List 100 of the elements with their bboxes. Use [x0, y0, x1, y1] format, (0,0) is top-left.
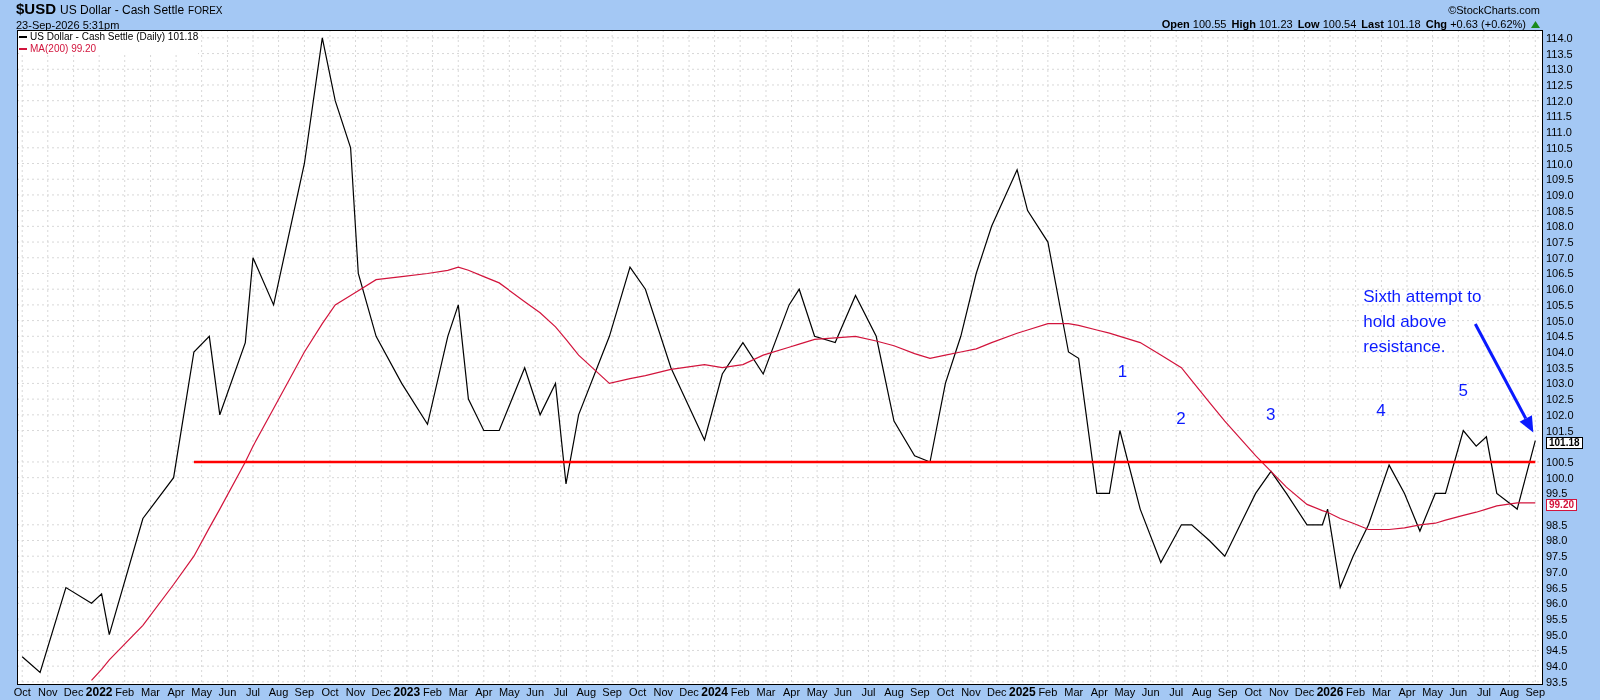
axis-tick-label: May — [191, 686, 212, 699]
axis-tick-label: 2025 — [1009, 686, 1036, 699]
annotation-text: 1 — [1117, 362, 1128, 382]
annotation-text: Sixth attempt to — [1363, 286, 1482, 306]
axis-tick-label: Sep — [1525, 686, 1546, 699]
annotation-text: 2 — [1176, 409, 1186, 429]
axis-tick-label: 94.0 — [1546, 661, 1568, 672]
axis-tick-label: Sep — [602, 686, 622, 699]
axis-tick-label: Jul — [1169, 686, 1184, 699]
axis-tick-label: Jul — [1476, 686, 1491, 699]
axis-tick-label: Oct — [629, 686, 647, 699]
price-tag: 99.20 — [1546, 498, 1578, 511]
axis-tick-label: Feb — [422, 686, 442, 699]
annotation-text: hold above — [1363, 311, 1447, 331]
axis-tick-label: 101.5 — [1546, 425, 1574, 436]
axis-tick-label: Nov — [38, 686, 58, 699]
axis-tick-label: 100.0 — [1546, 472, 1574, 483]
axis-tick-label: Jun — [1449, 686, 1468, 699]
axis-tick-label: 104.5 — [1546, 331, 1574, 342]
axis-tick-label: Apr — [782, 686, 801, 699]
copyright-text: ©StockCharts.com — [1448, 3, 1540, 17]
axis-tick-label: 93.5 — [1546, 676, 1568, 687]
axis-tick-label: Mar — [141, 686, 160, 699]
axis-tick-label: 112.0 — [1546, 95, 1573, 106]
axis-tick-label: Jul — [246, 686, 261, 699]
annotation-text: 4 — [1376, 401, 1386, 421]
annotation-text: 5 — [1458, 381, 1468, 400]
axis-tick-label: Aug — [884, 686, 904, 699]
axis-tick-label: 113.5 — [1546, 48, 1573, 59]
axis-tick-label: May — [1114, 686, 1136, 699]
legend-label: US Dollar - Cash Settle (Daily) 101.18 — [30, 31, 199, 43]
axis-tick-label: Feb — [1346, 686, 1366, 699]
quote-value: High 101.23 — [1231, 17, 1293, 31]
axis-tick-label: Dec — [987, 686, 1007, 699]
axis-tick-label: Mar — [1371, 686, 1391, 699]
axis-tick-label: 112.5 — [1546, 79, 1573, 90]
annotation-text: 3 — [1266, 404, 1276, 424]
axis-tick-label: Mar — [448, 686, 468, 699]
axis-tick-label: Apr — [167, 686, 185, 699]
instrument-name: US Dollar - Cash Settle — [60, 3, 185, 17]
axis-tick-label: 105.0 — [1546, 315, 1574, 326]
axis-tick-label: Mar — [1064, 686, 1084, 699]
axis-tick-label: Mar — [756, 686, 776, 699]
axis-tick-label: Oct — [1244, 686, 1262, 699]
axis-tick-label: 102.5 — [1546, 394, 1574, 405]
quote-value: Low 100.54 — [1297, 17, 1357, 31]
axis-tick-label: 98.0 — [1546, 535, 1568, 546]
axis-tick-label: 99.5 — [1546, 488, 1568, 499]
axis-tick-label: Jun — [834, 686, 852, 699]
exchange-label: FOREX — [188, 4, 223, 18]
axis-tick-label: 111.0 — [1546, 127, 1572, 138]
axis-tick-label: 103.0 — [1546, 378, 1574, 389]
axis-tick-label: Dec — [371, 686, 392, 699]
axis-tick-label: 113.0 — [1546, 64, 1573, 75]
axis-tick-label: 98.5 — [1546, 519, 1568, 530]
price-tag: 101.18 — [1546, 436, 1583, 449]
axis-tick-label: Sep — [294, 686, 315, 699]
annotation-text: resistance. — [1363, 337, 1446, 356]
axis-tick-label: Apr — [475, 686, 493, 699]
axis-tick-label: 102.0 — [1546, 409, 1574, 420]
axis-tick-label: 104.0 — [1546, 347, 1574, 357]
axis-tick-label: Oct — [321, 686, 339, 699]
axis-tick-label: Dec — [679, 686, 699, 699]
axis-tick-label: Jun — [218, 686, 237, 699]
axis-tick-label: May — [806, 686, 828, 699]
axis-tick-label: May — [1422, 686, 1443, 699]
axis-tick-label: Aug — [1191, 686, 1212, 699]
axis-tick-label: 95.0 — [1546, 629, 1568, 640]
axis-tick-label: 96.0 — [1546, 598, 1568, 609]
axis-tick-label: 2023 — [393, 686, 421, 699]
axis-tick-label: 97.5 — [1546, 551, 1568, 562]
axis-tick-label: 108.0 — [1546, 221, 1574, 232]
axis-tick-label: 107.5 — [1546, 237, 1574, 248]
axis-tick-label: Oct — [936, 686, 954, 699]
axis-tick-label: Jul — [553, 686, 568, 699]
axis-tick-label: 2024 — [701, 686, 728, 699]
axis-tick-label: 2022 — [85, 686, 113, 699]
axis-tick-label: Nov — [653, 686, 673, 699]
ticker-symbol: $USD — [16, 2, 56, 16]
axis-tick-label: Oct — [13, 686, 31, 699]
quote-value: Open 100.55 — [1161, 17, 1227, 31]
axis-tick-label: 114.0 — [1546, 32, 1573, 43]
axis-tick-label: Apr — [1398, 686, 1416, 699]
axis-tick-label: 109.5 — [1546, 174, 1574, 185]
axis-tick-label: Nov — [1268, 686, 1289, 699]
quote-value: Last 101.18 — [1361, 17, 1421, 31]
quote-value: Chg +0.63 (+0.62%) — [1425, 17, 1526, 31]
axis-tick-label: 94.5 — [1546, 645, 1568, 656]
axis-tick-label: 100.5 — [1546, 456, 1574, 467]
axis-tick-label: 111.5 — [1546, 111, 1572, 122]
timestamp: 23-Sep-2026 5:31pm — [16, 18, 120, 32]
legend-label: MA(200) 99.20 — [30, 43, 97, 55]
axis-tick-label: Sep — [1217, 686, 1238, 699]
axis-tick-label: Jun — [526, 686, 545, 699]
axis-tick-label: 103.5 — [1546, 362, 1574, 373]
axis-tick-label: 109.0 — [1546, 189, 1574, 200]
axis-tick-label: Aug — [1499, 686, 1520, 699]
axis-tick-label: 107.0 — [1546, 252, 1574, 263]
axis-tick-label: 108.5 — [1546, 205, 1574, 216]
axis-tick-label: Jun — [1141, 686, 1160, 699]
